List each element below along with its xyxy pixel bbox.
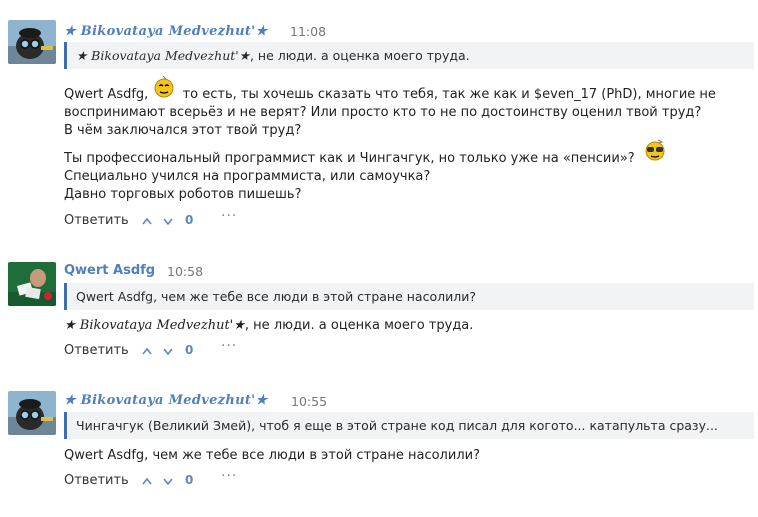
timestamp: 10:58 bbox=[167, 264, 204, 279]
more-options-button[interactable]: ··· bbox=[221, 468, 237, 484]
more-options-button[interactable]: ··· bbox=[221, 338, 237, 354]
message-text: то есть, ты хочешь сказать что тебя, так… bbox=[182, 87, 716, 102]
avatar[interactable] bbox=[8, 262, 56, 306]
vote-count: 0 bbox=[185, 213, 194, 227]
quote-block: ★ Bikovataya Medvezhut'★, не люди. а оце… bbox=[64, 42, 754, 69]
vote-up-icon[interactable] bbox=[142, 217, 152, 225]
author-name[interactable]: ★ Bikovataya Medvezhut'★ bbox=[64, 24, 267, 39]
message-text: , не люди. а оценка моего труда. bbox=[244, 318, 474, 333]
vote-down-icon[interactable] bbox=[163, 218, 173, 226]
message-line: Давно торговых роботов пишешь? bbox=[64, 187, 302, 202]
quote-author: ★ Bikovataya Medvezhut'★ bbox=[76, 48, 250, 63]
author-name[interactable]: Qwert Asdfg bbox=[64, 263, 155, 278]
message-line: Qwert Asdfg, то есть, ты хочешь сказать … bbox=[64, 75, 716, 103]
reply-button[interactable]: Ответить bbox=[64, 213, 129, 228]
comment-actions: Ответить 0 ··· bbox=[64, 338, 264, 361]
vote-down-icon[interactable] bbox=[163, 478, 173, 486]
message-line: Специально учился на программиста, или с… bbox=[64, 169, 431, 184]
quote-block: Qwert Asdfg, чем же тебе все люди в этой… bbox=[64, 283, 754, 310]
quote-block: Чингачгук (Великий Змей), чтоб я еще в э… bbox=[64, 412, 754, 439]
mention[interactable]: ★ Bikovataya Medvezhut'★ bbox=[64, 318, 245, 333]
timestamp: 10:55 bbox=[291, 394, 328, 409]
timestamp: 11:08 bbox=[290, 24, 327, 39]
more-options-button[interactable]: ··· bbox=[221, 208, 237, 224]
vote-up-icon[interactable] bbox=[142, 477, 152, 485]
comment-actions: Ответить 0 ··· bbox=[64, 208, 264, 231]
vote-up-icon[interactable] bbox=[142, 347, 152, 355]
vote-count: 0 bbox=[185, 473, 194, 487]
quote-text: , не люди. а оценка моего труда. bbox=[249, 48, 470, 63]
author-name[interactable]: ★ Bikovataya Medvezhut'★ bbox=[64, 393, 267, 408]
smiley-glasses-icon bbox=[643, 139, 667, 166]
vote-down-icon[interactable] bbox=[163, 348, 173, 356]
reply-button[interactable]: Ответить bbox=[64, 473, 129, 488]
message-line: Ты профессиональный программист как и Чи… bbox=[64, 139, 667, 167]
message-text: Ты профессиональный программист как и Чи… bbox=[64, 151, 635, 166]
message-line: воспринимают всерьёз и не верят? Или про… bbox=[64, 105, 702, 120]
reply-button[interactable]: Ответить bbox=[64, 343, 129, 358]
vote-count: 0 bbox=[185, 343, 194, 357]
comment-actions: Ответить 0 ··· bbox=[64, 468, 264, 491]
avatar[interactable] bbox=[8, 20, 56, 64]
message-line: В чём заключался этот твой труд? bbox=[64, 123, 302, 138]
mention[interactable]: Qwert Asdfg, bbox=[64, 87, 148, 102]
message-text: Qwert Asdfg, чем же тебе все люди в этой… bbox=[64, 448, 480, 463]
message-line: ★ Bikovataya Medvezhut'★, не люди. а оце… bbox=[64, 317, 473, 334]
smiley-sleepy-icon bbox=[154, 75, 174, 103]
avatar[interactable] bbox=[8, 391, 56, 435]
